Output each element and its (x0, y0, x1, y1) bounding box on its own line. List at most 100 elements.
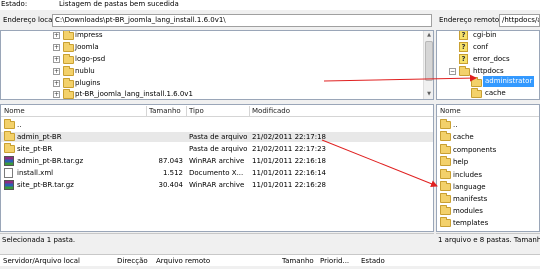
tree-item[interactable]: + pt-BR_joomla_lang_install.1.6.0v1 (53, 88, 433, 99)
file-row[interactable]: components (437, 144, 539, 155)
queue-column-priority[interactable]: Priorid... (320, 257, 349, 266)
file-row[interactable]: site_pt-BR Pasta de arquivo 21/02/2011 2… (1, 143, 433, 154)
tree-item-label: conf (473, 43, 489, 51)
file-name: site_pt-BR (17, 145, 53, 153)
expand-icon[interactable]: + (53, 80, 60, 87)
file-name: help (453, 158, 469, 166)
remote-path-label: Endereço remoto: (439, 16, 502, 24)
queue-column-direction[interactable]: Direcção (117, 257, 148, 266)
queue-column-remote[interactable]: Arquivo remoto (156, 257, 210, 266)
file-name: components (453, 146, 497, 154)
folder-icon (471, 88, 482, 98)
tree-item[interactable]: + impress (53, 31, 433, 41)
folder-icon (4, 119, 15, 129)
tree-item[interactable]: + nublu (53, 65, 433, 77)
tree-item-label: cgi-bin (473, 31, 497, 39)
file-name: admin_pt-BR (17, 133, 62, 141)
local-status-bar: Selecionada 1 pasta. (0, 233, 434, 245)
tree-item[interactable]: cache (457, 87, 537, 99)
tree-item-label: error_docs (473, 55, 510, 63)
tree-item-label: Joomla (75, 43, 99, 51)
file-name: modules (453, 207, 483, 215)
folder-icon (63, 31, 74, 40)
file-size: 30.404 (158, 181, 184, 189)
status-message: Listagem de pastas bem sucedida (59, 0, 179, 8)
file-name: templates (453, 219, 489, 227)
question-folder-icon: ? (459, 42, 468, 52)
scroll-down-icon[interactable]: ▼ (425, 90, 433, 98)
folder-icon (459, 66, 470, 76)
folder-icon (440, 119, 451, 129)
expand-icon[interactable]: + (53, 56, 60, 63)
tree-item[interactable]: ? error_docs (447, 53, 537, 65)
tree-item[interactable]: + Joomla (53, 41, 433, 53)
folder-icon (440, 193, 451, 203)
file-name: includes (453, 171, 483, 179)
file-row[interactable]: templates (437, 217, 539, 228)
column-name[interactable]: Nome (440, 107, 461, 116)
folder-icon (63, 78, 74, 88)
file-row[interactable]: language (437, 181, 539, 192)
rar-archive-icon (4, 180, 14, 190)
rar-archive-icon (4, 156, 14, 166)
tree-item-label: administrator (483, 76, 535, 87)
file-name: site_pt-BR.tar.gz (17, 181, 74, 189)
folder-icon (63, 89, 74, 99)
tree-item[interactable]: ? cgi-bin (447, 31, 537, 41)
file-name: install.xml (17, 169, 54, 177)
file-row[interactable]: .. (1, 119, 433, 130)
folder-icon (4, 131, 15, 141)
tree-item-label: pt-BR_joomla_lang_install.1.6.0v1 (75, 90, 193, 98)
file-row[interactable]: .. (437, 119, 539, 130)
file-modified: 11/01/2011 22:16:18 (252, 157, 327, 165)
file-modified: 21/02/2011 22:17:23 (252, 145, 327, 153)
queue-column-size[interactable]: Tamanho (282, 257, 314, 266)
tree-item-label: cache (485, 89, 506, 97)
folder-icon (63, 42, 74, 52)
column-size[interactable]: Tamanho (149, 107, 181, 116)
tree-item[interactable]: + logo-psd (53, 53, 433, 65)
file-type: WinRAR archive (189, 157, 245, 165)
file-type: WinRAR archive (189, 181, 245, 189)
expand-icon[interactable]: + (53, 91, 60, 98)
expand-icon[interactable]: + (53, 68, 60, 75)
column-type[interactable]: Tipo (189, 107, 204, 116)
tree-item[interactable]: ? conf (447, 41, 537, 53)
folder-icon (4, 143, 15, 153)
file-modified: 21/02/2011 22:17:18 (252, 133, 327, 141)
file-row[interactable]: manifests (437, 193, 539, 204)
transfer-queue-header: Servidor/Arquivo local Direcção Arquivo … (0, 254, 540, 266)
file-row[interactable]: install.xml 1.512 Documento X... 11/01/2… (1, 168, 433, 178)
file-row[interactable]: includes (437, 169, 539, 180)
local-file-list: Nome Tamanho Tipo Modificado .. admin_pt… (0, 104, 434, 232)
column-name[interactable]: Nome (4, 107, 25, 116)
local-path-label: Endereço local: (3, 16, 57, 24)
queue-column-status[interactable]: Estado (361, 257, 385, 266)
file-row[interactable]: cache (437, 131, 539, 142)
file-row[interactable]: site_pt-BR.tar.gz 30.404 WinRAR archive … (1, 180, 433, 190)
folder-icon (440, 156, 451, 166)
remote-path-input[interactable]: /httpdocs/ad (499, 14, 540, 27)
file-row[interactable]: help (437, 156, 539, 167)
column-modified[interactable]: Modificado (252, 107, 290, 116)
file-row[interactable]: admin_pt-BR.tar.gz 87.043 WinRAR archive… (1, 156, 433, 166)
expand-icon[interactable]: + (53, 44, 60, 51)
folder-icon (440, 217, 451, 227)
local-tree-scrollbar[interactable]: ▲ ▼ (423, 31, 433, 99)
file-row[interactable]: modules (437, 205, 539, 216)
file-row-selected[interactable]: admin_pt-BR Pasta de arquivo 21/02/2011 … (1, 131, 433, 142)
remote-tree-panel: ? cgi-bin ? conf ? error_docs − httpdocs… (436, 30, 540, 100)
file-name: manifests (453, 195, 488, 203)
local-path-bar: Endereço local: C:\Downloads\pt-BR_jooml… (0, 13, 434, 29)
collapse-icon[interactable]: − (449, 68, 456, 75)
scroll-thumb[interactable] (425, 41, 433, 81)
remote-path-bar: Endereço remoto: /httpdocs/ad (436, 13, 540, 29)
folder-icon (440, 169, 451, 179)
scroll-up-icon[interactable]: ▲ (425, 31, 433, 39)
expand-icon[interactable]: + (53, 32, 60, 39)
local-path-input[interactable]: C:\Downloads\pt-BR_joomla_lang_install.1… (52, 14, 432, 27)
queue-column-local[interactable]: Servidor/Arquivo local (3, 257, 80, 266)
file-type: Pasta de arquivo (189, 145, 248, 153)
question-folder-icon: ? (459, 54, 468, 64)
file-size: 87.043 (158, 157, 184, 165)
